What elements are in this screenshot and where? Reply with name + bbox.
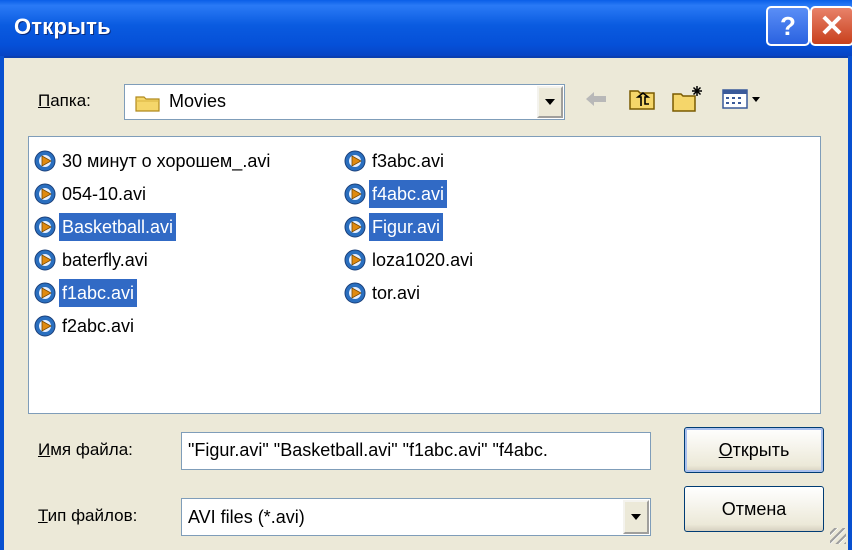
file-name: f4abc.avi <box>369 180 448 208</box>
filetype-dropdown-arrow[interactable] <box>623 500 649 534</box>
back-button[interactable] <box>582 84 610 114</box>
look-in-label: Папка: <box>38 91 91 110</box>
avi-file-icon <box>34 150 56 172</box>
file-item[interactable]: f3abc.avi <box>343 146 447 176</box>
file-item[interactable]: tor.avi <box>343 278 423 308</box>
file-item[interactable]: 054-10.avi <box>33 179 149 209</box>
file-name: f3abc.avi <box>372 151 445 171</box>
file-name: Basketball.avi <box>59 213 177 241</box>
filetype-dropdown[interactable]: AVI files (*.avi) <box>181 498 651 536</box>
view-menu-icon <box>722 89 760 109</box>
file-item[interactable]: f4abc.avi <box>343 179 448 209</box>
file-name: f2abc.avi <box>62 316 135 336</box>
filetype-value: AVI files (*.avi) <box>188 507 305 527</box>
look-in-value: Movies <box>169 91 227 111</box>
avi-file-icon <box>34 315 56 337</box>
filetype-label: Тип файлов: <box>38 506 138 525</box>
title-bar[interactable]: Открыть ? ✕ <box>0 0 852 58</box>
file-item[interactable]: Basketball.avi <box>33 212 177 242</box>
file-item[interactable]: baterfly.avi <box>33 245 151 275</box>
filename-input[interactable]: "Figur.avi" "Basketball.avi" "f1abc.avi"… <box>181 432 651 470</box>
look-in-dropdown-arrow[interactable] <box>537 86 563 118</box>
file-name: Figur.avi <box>369 213 444 241</box>
file-name: tor.avi <box>372 283 421 303</box>
window-frame-right <box>848 56 852 550</box>
help-icon: ? <box>780 10 796 41</box>
window-frame-left <box>0 56 4 550</box>
view-menu-button[interactable] <box>720 84 764 114</box>
filename-label: Имя файла: <box>38 440 133 459</box>
avi-file-icon <box>344 183 366 205</box>
close-icon: ✕ <box>819 9 845 43</box>
file-item[interactable]: f1abc.avi <box>33 278 138 308</box>
avi-file-icon <box>344 282 366 304</box>
file-item[interactable]: f2abc.avi <box>33 311 137 341</box>
chevron-down-icon <box>631 514 641 520</box>
file-name: 054-10.avi <box>62 184 147 204</box>
up-folder-button[interactable] <box>626 84 658 114</box>
avi-file-icon <box>34 282 56 304</box>
cancel-button[interactable]: Отмена <box>684 486 824 532</box>
open-button[interactable]: Открыть <box>684 427 824 473</box>
avi-file-icon <box>34 183 56 205</box>
file-name: loza1020.avi <box>372 250 474 270</box>
avi-file-icon <box>34 216 56 238</box>
file-item[interactable]: Figur.avi <box>343 212 444 242</box>
file-list[interactable]: 30 минут о хорошем_.avi 054-10.avi Basketb… <box>28 136 821 414</box>
file-name: 30 минут о хорошем_.avi <box>62 151 271 171</box>
close-button[interactable]: ✕ <box>810 6 852 46</box>
new-folder-button[interactable] <box>670 84 704 114</box>
file-item[interactable]: 30 минут о хорошем_.avi <box>33 146 273 176</box>
avi-file-icon <box>344 216 366 238</box>
avi-file-icon <box>344 150 366 172</box>
window-title: Открыть <box>14 14 111 39</box>
file-name: baterfly.avi <box>62 250 148 270</box>
look-in-dropdown[interactable]: Movies <box>124 84 565 120</box>
avi-file-icon <box>344 249 366 271</box>
cancel-button-label: Отмена <box>721 498 787 519</box>
file-item[interactable]: loza1020.avi <box>343 245 476 275</box>
resize-grip[interactable] <box>830 528 846 544</box>
chevron-down-icon <box>545 99 555 105</box>
file-name: f1abc.avi <box>59 279 138 307</box>
folder-icon <box>135 96 160 112</box>
help-button[interactable]: ? <box>766 6 810 46</box>
avi-file-icon <box>34 249 56 271</box>
open-button-label: Открыть <box>718 439 790 460</box>
back-arrow-icon <box>586 92 606 106</box>
new-folder-icon <box>672 86 702 112</box>
up-folder-icon <box>629 90 655 110</box>
